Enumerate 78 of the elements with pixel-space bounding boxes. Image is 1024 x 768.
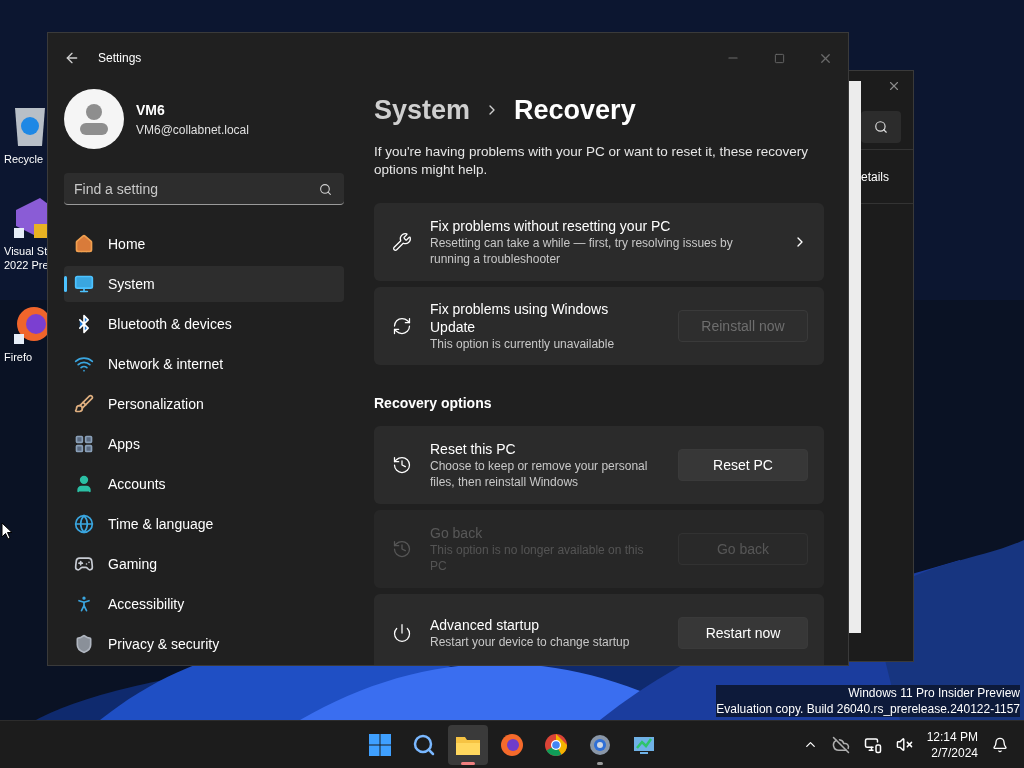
intro-text: If you're having problems with your PC or want to reset it, these recovery options might help.	[374, 143, 810, 179]
user-name: VM6	[136, 100, 166, 120]
desktop-watermark-text: Windows 11 Pro Insider Preview	[848, 685, 1020, 701]
gamepad-icon	[74, 554, 94, 574]
desktop-icon-label[interactable]: Recycle	[0, 152, 44, 166]
nav-label: Accounts	[108, 474, 166, 494]
firefox-icon	[500, 733, 524, 757]
selection-indicator	[64, 276, 67, 292]
card-description: Restart your device to change startup	[430, 634, 631, 650]
search-button[interactable]	[861, 111, 901, 143]
desktop-icon-label[interactable]: Firefo	[0, 350, 33, 364]
nav-item[interactable]: Bluetooth & devices	[64, 306, 344, 342]
taskbar-app[interactable]	[448, 725, 488, 765]
search-icon	[319, 183, 332, 196]
shield-icon	[74, 634, 94, 654]
nav-item[interactable]: Home	[64, 226, 344, 262]
user-email: VM6@collabnet.local	[136, 121, 249, 139]
section-heading: Recovery options	[374, 394, 493, 413]
apps-grid-icon	[74, 434, 94, 454]
nav-label: Personalization	[108, 394, 204, 414]
search-icon	[874, 120, 888, 134]
nav-item[interactable]: Personalization	[64, 386, 344, 422]
running-indicator	[461, 762, 475, 765]
nav-item[interactable]: Apps	[64, 426, 344, 462]
nav-item[interactable]: Network & internet	[64, 346, 344, 382]
nav-label: Time & language	[108, 514, 214, 534]
card-description: Resetting can take a while — first, try resolving issues by running a troubleshooter	[430, 235, 734, 267]
desktop-icon-label[interactable]: Visual St	[0, 244, 49, 258]
window-title: Settings	[98, 50, 142, 67]
network-icon[interactable]	[863, 735, 882, 754]
clock-time[interactable]: 12:14 PM	[926, 728, 978, 745]
nav-label: Accessibility	[108, 594, 185, 614]
windows-logo-icon	[368, 733, 392, 757]
nav-item[interactable]: Accounts	[64, 466, 344, 502]
desktop-watermark-text: Evaluation copy. Build 26040.rs_prerelease.240122-1157	[716, 701, 1020, 717]
card-description: This option is currently unavailable	[430, 336, 616, 352]
search-field[interactable]: Find a setting	[64, 173, 344, 205]
action-button[interactable]: Restart now	[678, 617, 808, 649]
monitor-icon	[74, 274, 94, 294]
clock-date[interactable]: 2/7/2024	[931, 744, 978, 761]
card-title: Fix problems without resetting your PC	[430, 217, 672, 235]
brush-icon	[74, 394, 94, 414]
nav-label: Bluetooth & devices	[108, 314, 232, 334]
nav-label: Gaming	[108, 554, 158, 574]
cloud-off-icon[interactable]	[831, 735, 850, 754]
nav-item[interactable]: Accessibility	[64, 586, 344, 622]
nav-label: Apps	[108, 434, 140, 454]
details-text[interactable]: etails	[861, 167, 889, 186]
person-icon	[74, 474, 94, 494]
running-indicator	[597, 762, 603, 765]
chrome-icon	[544, 733, 568, 757]
nav-label: Privacy & security	[108, 634, 220, 654]
card-title: Reset this PC	[430, 440, 517, 458]
nav-item[interactable]: Gaming	[64, 546, 344, 582]
nav-label: Home	[108, 234, 146, 254]
nav-item[interactable]: System	[64, 266, 344, 302]
card-title: Fix problems using Windows Update	[430, 300, 610, 336]
bell-icon[interactable]	[992, 736, 1008, 753]
page-title: Recovery	[514, 93, 636, 127]
card-description: Choose to keep or remove your personal files, then reinstall Windows	[430, 458, 649, 490]
nav-label: System	[108, 274, 155, 294]
mouse-pointer-icon	[1, 522, 13, 540]
person-silhouette-icon	[79, 103, 109, 135]
house-icon	[74, 234, 94, 254]
wifi-icon	[74, 354, 94, 374]
wrench-icon	[390, 232, 414, 252]
breadcrumb-parent[interactable]: System	[374, 89, 471, 131]
card-title: Advanced startup	[430, 616, 540, 634]
search-icon	[412, 733, 436, 757]
nav-item[interactable]: Time & language	[64, 506, 344, 542]
action-button[interactable]: Reset PC	[678, 449, 808, 481]
globe-icon	[74, 514, 94, 534]
close-icon[interactable]	[887, 79, 901, 93]
volume-muted-icon[interactable]	[895, 736, 913, 753]
nav-item[interactable]: Privacy & security	[64, 626, 344, 662]
folder-icon	[455, 734, 481, 756]
nav-label: Network & internet	[108, 354, 224, 374]
setting-card[interactable]: Fix problems without resetting your PC Resetting can take a while — first, try resolving issues by running a troubleshooter	[374, 203, 824, 281]
